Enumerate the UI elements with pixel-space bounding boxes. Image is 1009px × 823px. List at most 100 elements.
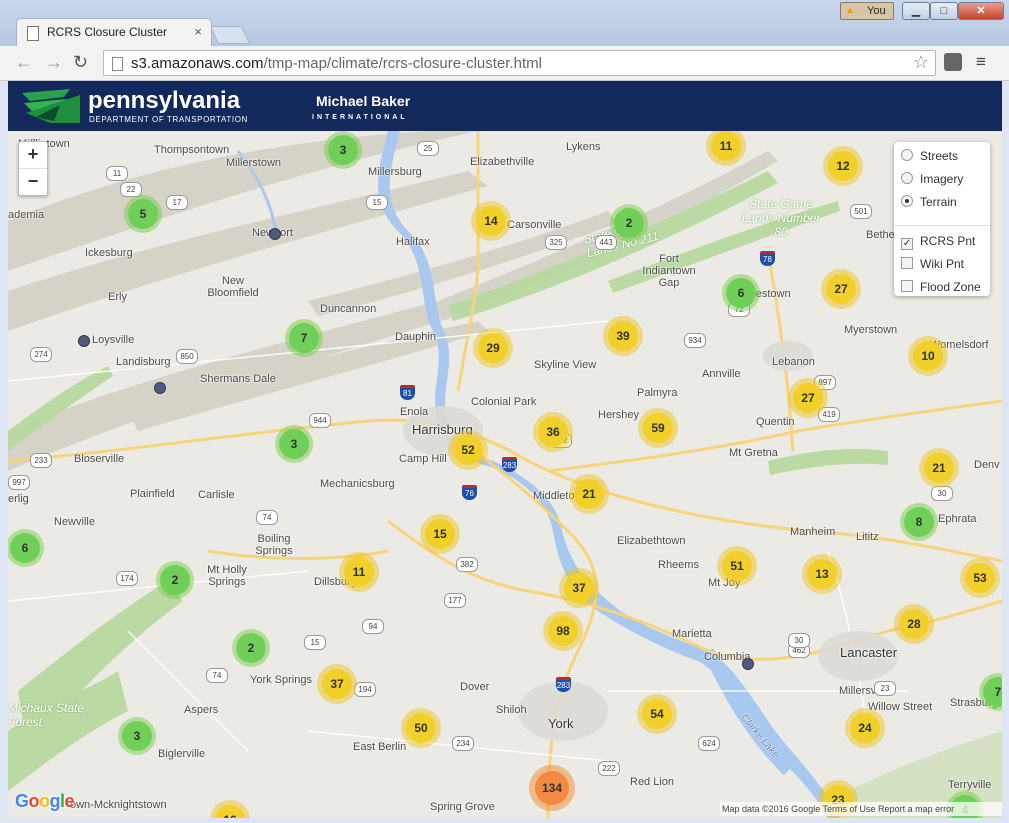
place-label: Hershey: [598, 409, 639, 421]
place-label: Halifax: [396, 236, 430, 248]
layer-option-terrain[interactable]: Terrain: [901, 193, 957, 211]
layer-control: Streets Imagery Terrain ✓ RCRS Pnt Wiki P…: [894, 142, 990, 296]
marker-cluster[interactable]: 14: [476, 206, 506, 236]
marker-cluster[interactable]: 53: [965, 563, 995, 593]
marker-cluster[interactable]: 21: [574, 479, 604, 509]
place-label: Fort Indiantown Gap: [642, 253, 696, 289]
zoom-in-button[interactable]: +: [19, 142, 47, 169]
layer-option-imagery[interactable]: Imagery: [901, 170, 963, 188]
back-icon[interactable]: ←: [15, 52, 33, 73]
marker-cluster[interactable]: 50: [406, 713, 436, 743]
place-label: Willow Street: [868, 701, 933, 713]
layer-option-streets[interactable]: Streets: [901, 147, 958, 165]
marker-cluster[interactable]: 3: [328, 135, 358, 165]
extension-icon[interactable]: [944, 53, 962, 71]
overlay-option-wiki[interactable]: Wiki Pnt: [901, 255, 964, 273]
interstate-shield: 283: [556, 677, 571, 692]
map-canvas[interactable]: Mifflintown Thompsontown Millerstown Mil…: [8, 131, 1002, 818]
marker-cluster[interactable]: 10: [913, 341, 943, 371]
wiki-checkbox[interactable]: [901, 257, 913, 269]
terrain-radio[interactable]: [901, 195, 913, 207]
marker-cluster[interactable]: 24: [850, 713, 880, 743]
route-shield: 624: [698, 736, 720, 751]
address-bar[interactable]: s3.amazonaws.com/tmp-map/climate/rcrs-cl…: [103, 50, 936, 76]
zoom-out-button[interactable]: −: [19, 169, 47, 195]
marker-cluster[interactable]: 15: [425, 519, 455, 549]
interstate-shield: 283: [502, 457, 517, 472]
route-shield: 997: [8, 475, 30, 490]
route-shield: 194: [354, 682, 376, 697]
marker-cluster[interactable]: 27: [793, 383, 823, 413]
new-tab-button[interactable]: [209, 26, 251, 44]
marker-cluster[interactable]: 2: [160, 565, 190, 595]
marker-cluster[interactable]: 59: [643, 413, 673, 443]
place-label: Mt Gretna: [729, 447, 778, 459]
place-label: Ickesburg: [85, 247, 133, 259]
wiki-label: Wiki Pnt: [920, 257, 965, 271]
place-label: Mechanicsburg: [320, 478, 395, 490]
place-label: Loysville: [92, 334, 135, 346]
place-label: Colonial Park: [471, 396, 537, 408]
marker-cluster[interactable]: 2: [614, 208, 644, 238]
marker-cluster[interactable]: 13: [807, 559, 837, 589]
forward-icon[interactable]: →: [45, 52, 63, 73]
marker-cluster[interactable]: 37: [322, 669, 352, 699]
route-shield: 325: [545, 235, 567, 250]
close-window-button[interactable]: ✕: [958, 2, 1004, 20]
marker-cluster[interactable]: 6: [10, 533, 40, 563]
rcrs-point-marker[interactable]: [78, 335, 90, 347]
minimize-button[interactable]: ▁: [902, 2, 930, 20]
overlay-option-flood[interactable]: Flood Zone: [901, 278, 981, 296]
place-label: Millersburg: [368, 166, 422, 178]
tab-close-icon[interactable]: ×: [194, 24, 202, 39]
marker-cluster[interactable]: 37: [564, 573, 594, 603]
marker-cluster[interactable]: 27: [826, 274, 856, 304]
place-label: Enola: [400, 406, 429, 418]
rcrs-point-marker[interactable]: [742, 658, 754, 670]
place-label: Millerstown: [226, 157, 282, 169]
place-label: Plainfield: [130, 488, 175, 500]
bookmark-star-icon[interactable]: ☆: [913, 52, 929, 73]
marker-cluster[interactable]: 29: [478, 333, 508, 363]
marker-cluster[interactable]: 8: [904, 507, 934, 537]
google-logo[interactable]: Google: [15, 791, 75, 812]
marker-cluster[interactable]: 39: [608, 321, 638, 351]
marker-cluster[interactable]: 5: [128, 199, 158, 229]
rcrs-point-marker[interactable]: [154, 382, 166, 394]
place-label: Biglerville: [158, 748, 206, 760]
marker-cluster[interactable]: 36: [538, 417, 568, 447]
marker-cluster[interactable]: 2: [236, 633, 266, 663]
place-label: Lititz: [856, 531, 879, 543]
place-label: Shermans Dale: [200, 373, 276, 385]
marker-cluster[interactable]: 51: [722, 551, 752, 581]
route-shield: 25: [417, 141, 439, 156]
park-label: State Game Lands Number 80: [741, 197, 821, 239]
user-profile-button[interactable]: ▲ You: [840, 2, 894, 20]
marker-cluster[interactable]: 134: [535, 771, 569, 805]
chrome-menu-icon[interactable]: ≡: [976, 52, 986, 72]
route-shield: 850: [176, 349, 198, 364]
route-shield: 30: [788, 633, 810, 648]
marker-cluster[interactable]: 52: [453, 435, 483, 465]
reload-icon[interactable]: ↻: [73, 52, 88, 73]
marker-cluster[interactable]: 11: [344, 557, 374, 587]
maximize-button[interactable]: □: [930, 2, 958, 20]
rcrs-checkbox[interactable]: ✓: [901, 238, 913, 250]
map-attribution[interactable]: Map data ©2016 Google Terms of Use Repor…: [720, 802, 1002, 816]
streets-radio[interactable]: [901, 149, 913, 161]
marker-cluster[interactable]: 6: [726, 278, 756, 308]
imagery-radio[interactable]: [901, 172, 913, 184]
flood-checkbox[interactable]: [901, 280, 913, 292]
rcrs-point-marker[interactable]: [269, 228, 281, 240]
marker-cluster[interactable]: 7: [289, 323, 319, 353]
marker-cluster[interactable]: 3: [279, 429, 309, 459]
overlay-option-rcrs[interactable]: ✓ RCRS Pnt: [901, 232, 975, 250]
marker-cluster[interactable]: 98: [548, 616, 578, 646]
marker-cluster[interactable]: 54: [642, 699, 672, 729]
marker-cluster[interactable]: 11: [711, 131, 741, 161]
browser-tab[interactable]: RCRS Closure Cluster ×: [16, 18, 212, 46]
marker-cluster[interactable]: 3: [122, 721, 152, 751]
marker-cluster[interactable]: 12: [828, 151, 858, 181]
marker-cluster[interactable]: 21: [924, 453, 954, 483]
marker-cluster[interactable]: 28: [899, 609, 929, 639]
